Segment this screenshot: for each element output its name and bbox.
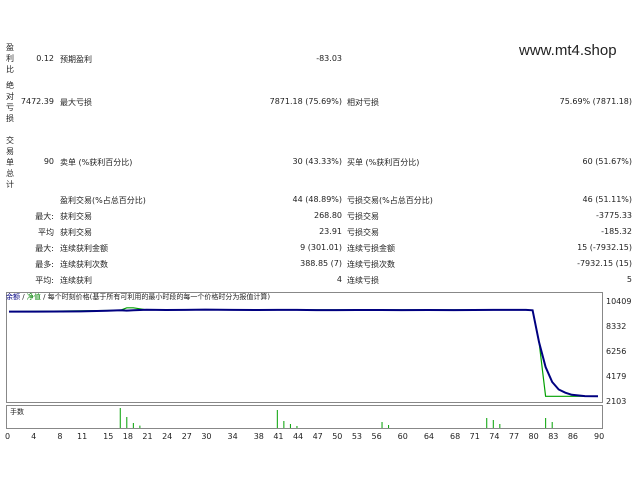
y-tick: 4179 xyxy=(606,372,627,381)
volume-chart xyxy=(119,408,553,428)
equity-legend: 净值 xyxy=(26,293,41,301)
x-tick: 56 xyxy=(371,432,382,441)
avg-consec-prefix: 平均: xyxy=(35,276,54,285)
x-tick: 50 xyxy=(332,432,343,441)
largest-profit-value: 268.80 xyxy=(314,211,342,220)
x-tick: 74 xyxy=(489,432,500,441)
short-trades-value: 30 (43.33%) xyxy=(292,157,342,166)
x-tick: 44 xyxy=(292,432,304,441)
x-tick: 30 xyxy=(201,432,212,441)
x-tick: 60 xyxy=(397,432,408,441)
expected-profit-value: -83.03 xyxy=(316,54,342,63)
max-consec-losses-value: -7932.15 (15) xyxy=(577,259,632,268)
profit-ratio-value: 0.12 xyxy=(36,54,54,63)
balance-chart xyxy=(8,307,599,398)
label-abs-drawdown: 绝对亏损 xyxy=(6,81,14,123)
abs-drawdown-value: 7472.39 xyxy=(20,97,54,106)
expected-profit-label: 预期盈利 xyxy=(60,55,92,64)
label-total-trades: 交易单总计 xyxy=(6,136,14,189)
largest-profit-label: 获利交易 xyxy=(60,212,92,221)
max-consec-wins-label: 连续获利次数 xyxy=(60,260,108,269)
max-consec-profit-value: 9 (301.01) xyxy=(300,243,342,252)
avg-consec-losses-value: 5 xyxy=(626,275,632,284)
balance-chart-panel xyxy=(6,292,603,403)
x-tick: 24 xyxy=(162,432,173,441)
rel-drawdown-value: 75.69% (7871.18) xyxy=(559,97,632,106)
x-tick: 71 xyxy=(469,432,480,441)
avg-consec-wins-value: 4 xyxy=(336,275,342,284)
max-consec-loss-value: 15 (-7932.15) xyxy=(577,243,632,252)
max-consec-losses-label: 连续亏损次数 xyxy=(347,260,395,269)
x-tick: 0 xyxy=(5,432,11,441)
x-tick: 86 xyxy=(567,432,578,441)
x-tick: 21 xyxy=(142,432,153,441)
avg-consec-losses-label: 连续亏损 xyxy=(347,276,379,285)
max-drawdown-label: 最大亏损 xyxy=(60,98,92,107)
x-tick: 18 xyxy=(122,432,133,441)
max-consec-loss-label: 连续亏损金额 xyxy=(347,244,395,253)
average-loss-value: -185.32 xyxy=(601,227,632,236)
x-tick: 68 xyxy=(450,432,461,441)
profit-trades-label: 盈利交易(%占总百分比) xyxy=(60,196,146,205)
x-tick: 53 xyxy=(351,432,363,441)
y-tick: 6256 xyxy=(606,347,627,356)
long-trades-label: 买单 (%获利百分比) xyxy=(347,158,420,167)
x-tick: 41 xyxy=(273,432,284,441)
avg-consec-wins-label: 连续获利 xyxy=(60,276,92,285)
long-trades-value: 60 (51.67%) xyxy=(582,157,632,166)
average-prefix: 平均 xyxy=(38,228,54,237)
average-profit-label: 获利交易 xyxy=(60,228,92,237)
legend-separator: / xyxy=(43,293,46,301)
label-profit-ratio: 盈利比 xyxy=(6,43,14,74)
max-consec-wins-value: 388.85 (7) xyxy=(300,259,342,268)
loss-trades-label: 亏损交易(%占总百分比) xyxy=(347,196,433,205)
volume-panel: 手数 xyxy=(6,405,603,429)
y-tick: 10409 xyxy=(606,297,632,306)
x-tick: 34 xyxy=(227,432,238,441)
largest-loss-value: -3775.33 xyxy=(596,211,632,220)
balance-line xyxy=(9,308,599,398)
short-trades-label: 卖单 (%获利百分比) xyxy=(60,158,133,167)
x-tick: 90 xyxy=(594,432,605,441)
x-tick: 77 xyxy=(508,432,520,441)
chart-header: 余额 / 净值 / 每个时刻价格(基于所有可利用的最小时段的每一个价格时分为报值… xyxy=(6,292,270,303)
x-tick: 83 xyxy=(548,432,559,441)
x-tick: 27 xyxy=(181,432,192,441)
max-drawdown-value: 7871.18 (75.69%) xyxy=(269,97,342,106)
average-profit-value: 23.91 xyxy=(319,227,342,236)
max-consec-profit-label: 连续获利金额 xyxy=(60,244,108,253)
x-tick: 15 xyxy=(103,432,114,441)
y-tick: 8332 xyxy=(606,322,627,331)
x-tick: 11 xyxy=(76,432,88,441)
largest-prefix: 最大: xyxy=(35,212,54,221)
loss-trades-value: 46 (51.11%) xyxy=(582,195,632,204)
y-tick: 2103 xyxy=(606,397,627,406)
equity-line xyxy=(8,307,598,397)
x-tick: 80 xyxy=(528,432,539,441)
max-consec2-prefix: 最多: xyxy=(35,260,54,269)
watermark-text: www.mt4.shop xyxy=(519,42,617,59)
x-tick: 47 xyxy=(312,432,323,441)
total-trades-value: 90 xyxy=(43,157,54,166)
rel-drawdown-label: 相对亏损 xyxy=(347,98,379,107)
x-tick: 38 xyxy=(253,432,264,441)
max-consec-prefix: 最大: xyxy=(35,244,54,253)
balance-legend: 余额 xyxy=(6,293,20,301)
x-tick: 8 xyxy=(57,432,63,441)
legend-separator: / xyxy=(22,293,25,301)
x-tick: 64 xyxy=(423,432,435,441)
x-tick: 4 xyxy=(31,432,37,441)
average-loss-label: 亏损交易 xyxy=(347,228,379,237)
largest-loss-label: 亏损交易 xyxy=(347,212,379,221)
chart-note: 每个时刻价格(基于所有可利用的最小时段的每一个价格时分为报值计算) xyxy=(47,293,271,301)
profit-trades-value: 44 (48.89%) xyxy=(292,195,342,204)
